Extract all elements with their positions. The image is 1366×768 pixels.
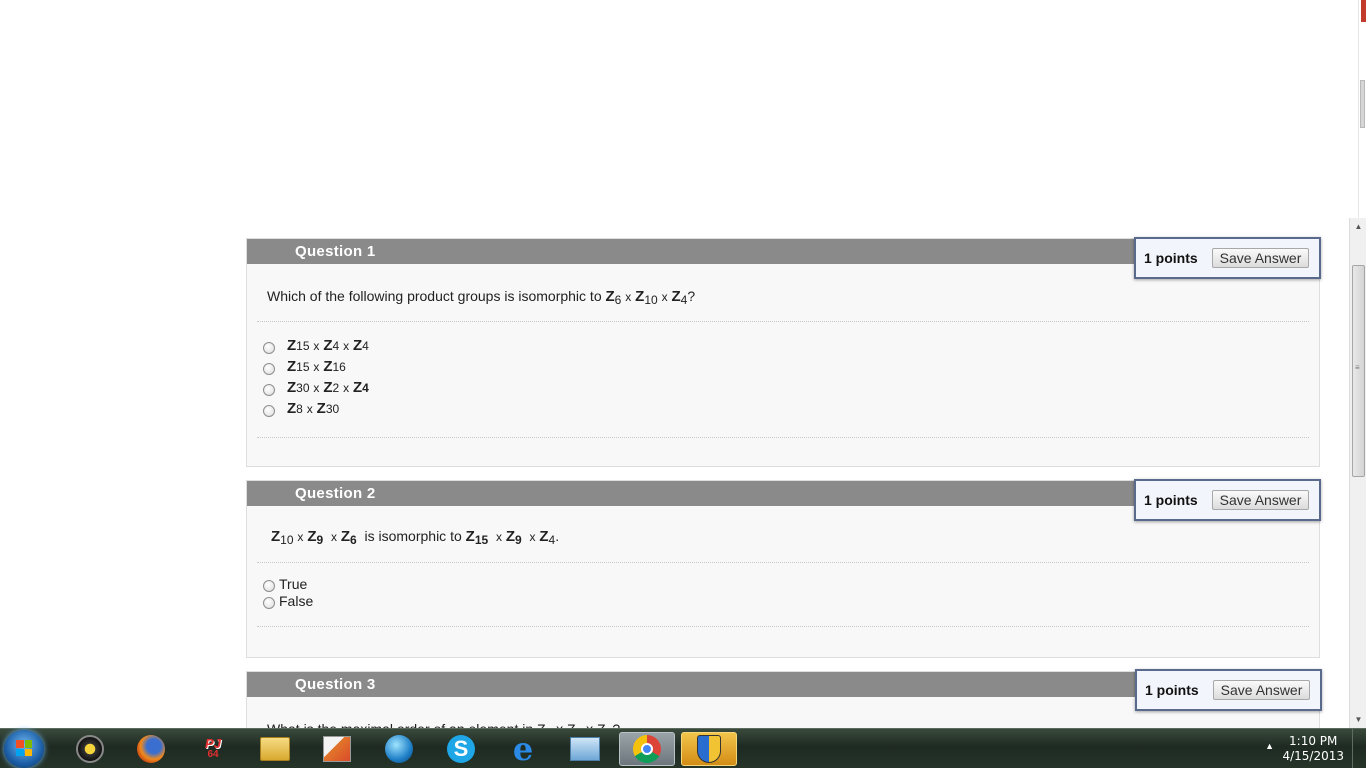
question-1-points: 1 points [1144, 250, 1198, 266]
media-icon[interactable] [62, 732, 118, 766]
question-2-points-box: 1 points Save Answer [1134, 479, 1321, 521]
question-3-points-box: 1 points Save Answer [1135, 669, 1322, 711]
page-scrollbar[interactable]: ▲ ≡ ▼ [1349, 218, 1366, 728]
paint-icon[interactable] [309, 732, 365, 766]
question-1: Question 1 1 points Save Answer Which of… [246, 237, 1321, 467]
clock-time: 1:10 PM [1289, 734, 1338, 748]
windows-taskbar: PJ 64 S e ▲ 1:10 PM 4/15/2013 [0, 728, 1366, 768]
question-2-save-button[interactable]: Save Answer [1211, 490, 1310, 510]
option-false[interactable]: False [263, 592, 1319, 609]
scroll-down-arrow-icon[interactable]: ▼ [1350, 711, 1366, 728]
question-3-save-button[interactable]: Save Answer [1212, 680, 1311, 700]
chrome-icon[interactable] [619, 732, 675, 766]
control-panel-icon[interactable] [557, 732, 613, 766]
question-1-points-box: 1 points Save Answer [1134, 237, 1321, 279]
question-2: Question 2 1 points Save Answer Z10 x Z9… [246, 479, 1321, 658]
skype-icon[interactable]: S [433, 732, 489, 766]
clock-date: 4/15/2013 [1282, 749, 1344, 763]
firefox-icon[interactable] [123, 732, 179, 766]
option-true[interactable]: True [263, 575, 1319, 592]
ie-icon[interactable]: e [495, 732, 551, 766]
radio-button[interactable] [263, 383, 275, 396]
option-a[interactable]: Z 15 x Z4 x Z4 [263, 335, 1319, 356]
scroll-thumb[interactable]: ≡ [1352, 265, 1365, 477]
radio-button[interactable] [263, 362, 275, 375]
scroll-grip-icon: ≡ [1355, 363, 1360, 372]
scroll-up-arrow-icon[interactable]: ▲ [1350, 218, 1366, 235]
tray-expand-icon[interactable]: ▲ [1265, 741, 1274, 751]
option-c[interactable]: Z 30 x Z2 x Z4 [263, 377, 1319, 398]
shield-icon[interactable] [681, 732, 737, 766]
question-2-options: True False [247, 563, 1319, 609]
divider [257, 437, 1309, 438]
outer-scrollbar[interactable] [1358, 0, 1366, 220]
explorer-icon[interactable] [247, 732, 303, 766]
radio-button[interactable] [263, 579, 275, 592]
start-orb-icon[interactable] [4, 730, 44, 768]
radio-button[interactable] [263, 596, 275, 609]
outer-scroll-thumb[interactable] [1360, 80, 1365, 128]
divider [257, 626, 1309, 627]
radio-button[interactable] [263, 341, 275, 354]
pj64-icon[interactable]: PJ 64 [185, 732, 241, 766]
question-3-points: 1 points [1145, 682, 1199, 698]
window-edge-mark [1361, 0, 1366, 22]
question-1-save-button[interactable]: Save Answer [1211, 248, 1310, 268]
question-2-points: 1 points [1144, 492, 1198, 508]
system-clock[interactable]: 1:10 PM 4/15/2013 [1282, 734, 1344, 764]
sphere-icon[interactable] [371, 732, 427, 766]
show-desktop-button[interactable] [1352, 729, 1366, 768]
option-d[interactable]: Z8 x Z 30 [263, 398, 1319, 419]
radio-button[interactable] [263, 404, 275, 417]
option-b[interactable]: Z 15 x Z 16 [263, 356, 1319, 377]
question-1-options: Z 15 x Z4 x Z4 Z 15 x Z 16 Z 30 x Z2 x Z4 Z8… [247, 322, 1319, 419]
